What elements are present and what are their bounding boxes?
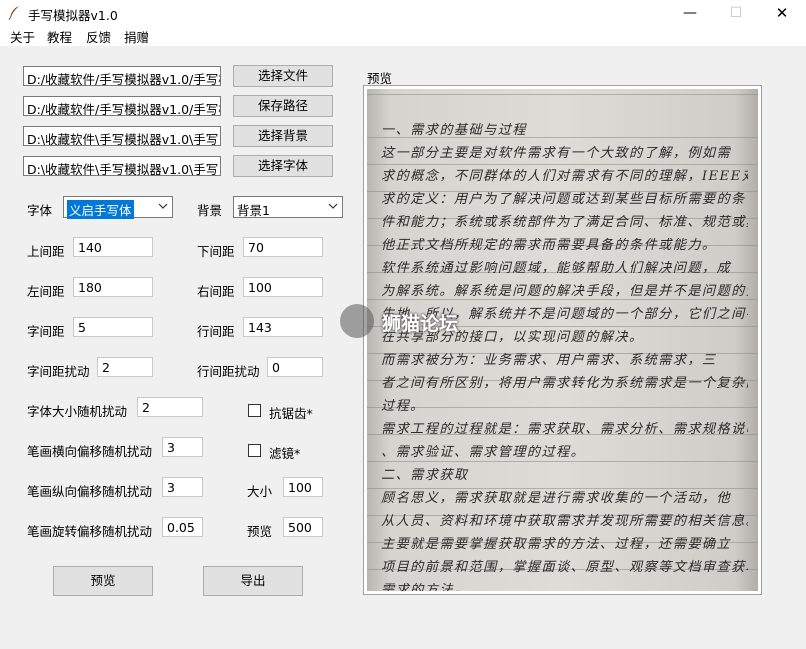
handwriting-line: 需求的方法。 xyxy=(381,583,469,591)
chevron-down-icon xyxy=(328,203,338,209)
chevron-down-icon xyxy=(158,203,168,209)
handwriting-line: 这一部分主要是对软件需求有一个大致的了解，例如需 xyxy=(381,146,732,161)
handwriting-line: 过程。 xyxy=(381,399,425,414)
background-select[interactable]: 背景1 xyxy=(233,196,343,218)
save-path-button[interactable]: 保存路径 xyxy=(233,95,333,117)
line-spacing-input[interactable]: 143 xyxy=(243,317,323,337)
char-spacing-jitter-label: 字间距扰动 xyxy=(27,364,90,379)
export-button[interactable]: 导出 xyxy=(203,566,303,596)
handwriting-line: 一、需求的基础与过程 xyxy=(381,123,527,138)
menu-donate[interactable]: 捐赠 xyxy=(124,27,149,46)
antialias-label: 抗锯齿* xyxy=(269,406,313,421)
font-select-value: 义启手写体 xyxy=(67,200,134,219)
bottom-margin-input[interactable]: 70 xyxy=(243,237,323,257)
close-button[interactable]: ✕ xyxy=(759,0,805,26)
font-path-input[interactable]: D:\收藏软件\手写模拟器v1.0\手写 xyxy=(23,156,221,176)
size-input[interactable]: 100 xyxy=(283,477,323,497)
font-select[interactable]: 义启手写体 xyxy=(63,196,173,219)
watermark-text: 狮猫论坛 xyxy=(382,313,459,335)
stroke-h-jitter-input[interactable]: 3 xyxy=(162,437,203,457)
line-spacing-jitter-label: 行间距扰动 xyxy=(197,364,260,379)
preview-button[interactable]: 预览 xyxy=(53,566,153,596)
antialias-checkbox[interactable] xyxy=(248,404,261,417)
select-background-button[interactable]: 选择背景 xyxy=(233,125,333,147)
handwriting-line: 求的概念，不同群体的人们对需求有不同的理解，IEEE对需 xyxy=(381,169,748,184)
handwriting-line: 件和能力；系统或系统部件为了满足合同、标准、规范或其 xyxy=(381,215,748,230)
maximize-button[interactable]: ☐ xyxy=(713,0,759,26)
right-margin-label: 右间距 xyxy=(197,284,235,299)
stroke-v-jitter-input[interactable]: 3 xyxy=(162,477,203,497)
line-spacing-label: 行间距 xyxy=(197,324,235,339)
handwriting-line: 主要就是需要掌握获取需求的方法、过程，还需要确立 xyxy=(381,537,732,552)
menu-feedback[interactable]: 反馈 xyxy=(86,27,111,46)
char-spacing-input[interactable]: 5 xyxy=(73,317,153,337)
title-bar: 手写模拟器v1.0 — ☐ ✕ xyxy=(0,0,806,26)
top-margin-input[interactable]: 140 xyxy=(73,237,153,257)
handwriting-line: 求的定义：用户为了解决问题或达到某些目标所需要的条 xyxy=(381,192,746,207)
stroke-v-jitter-label: 笔画纵向偏移随机扰动 xyxy=(27,484,153,499)
font-size-jitter-label: 字体大小随机扰动 xyxy=(27,404,128,419)
minimize-button[interactable]: — xyxy=(667,0,713,26)
right-margin-input[interactable]: 100 xyxy=(243,277,323,297)
menu-bar: 关于 教程 反馈 捐赠 xyxy=(0,26,806,46)
background-select-value: 背景1 xyxy=(237,203,270,218)
bottom-margin-label: 下间距 xyxy=(197,244,235,259)
menu-about[interactable]: 关于 xyxy=(10,27,35,46)
file-path-input[interactable]: D:/收藏软件/手写模拟器v1.0/手写模 xyxy=(23,66,221,86)
top-margin-label: 上间距 xyxy=(27,244,65,259)
handwriting-line: 而需求被分为：业务需求、用户需求、系统需求，三 xyxy=(381,353,717,368)
char-spacing-jitter-input[interactable]: 2 xyxy=(97,357,153,377)
background-label: 背景 xyxy=(197,203,223,218)
background-path-input[interactable]: D:\收藏软件\手写模拟器v1.0\手写 xyxy=(23,126,221,146)
watermark-icon xyxy=(340,304,374,338)
feather-icon xyxy=(8,6,19,20)
handwriting-line: 顾名思义，需求获取就是进行需求收集的一个活动，他 xyxy=(381,491,732,506)
save-path-input[interactable]: D:/收藏软件/手写模拟器v1.0/手写模 xyxy=(23,96,221,116)
font-label: 字体 xyxy=(27,203,53,218)
stroke-h-jitter-label: 笔画横向偏移随机扰动 xyxy=(27,444,153,459)
handwriting-line: 为解系统。解系统是问题的解决手段，但是并不是问题的全 xyxy=(381,284,748,299)
handwriting-line: 从人员、资料和环境中获取需求并发现所需要的相关信息。 xyxy=(381,514,748,529)
preview-size-input[interactable]: 500 xyxy=(283,517,323,537)
font-size-jitter-input[interactable]: 2 xyxy=(137,397,203,417)
menu-tutorial[interactable]: 教程 xyxy=(47,27,72,46)
preview-size-label: 预览 xyxy=(247,524,273,539)
handwriting-line: 项目的前景和范围，掌握面谈、原型、观察等文档审查获取 xyxy=(381,560,748,575)
stroke-rot-jitter-input[interactable]: 0.05 xyxy=(162,517,203,537)
handwriting-line: 他正式文档所规定的需求而需要具备的条件或能力。 xyxy=(381,238,717,253)
watermark-logo: 狮猫论坛 xyxy=(340,302,470,342)
filter-label: 滤镜* xyxy=(269,446,301,461)
handwriting-line: 、需求验证、需求管理的过程。 xyxy=(381,445,586,460)
left-margin-input[interactable]: 180 xyxy=(73,277,153,297)
handwriting-line: 需求工程的过程就是：需求获取、需求分析、需求规格说明 xyxy=(381,422,748,437)
select-file-button[interactable]: 选择文件 xyxy=(233,65,333,87)
line-spacing-jitter-input[interactable]: 0 xyxy=(267,357,323,377)
window-title: 手写模拟器v1.0 xyxy=(28,8,118,23)
select-font-button[interactable]: 选择字体 xyxy=(233,155,333,177)
stroke-rot-jitter-label: 笔画旋转偏移随机扰动 xyxy=(27,524,153,539)
handwriting-line: 二、需求获取 xyxy=(381,468,469,483)
size-label: 大小 xyxy=(247,484,273,499)
filter-checkbox[interactable] xyxy=(248,444,261,457)
char-spacing-label: 字间距 xyxy=(27,324,65,339)
handwriting-line: 软件系统通过影响问题域，能够帮助人们解决问题，成 xyxy=(381,261,732,276)
handwriting-line: 者之间有所区别，将用户需求转化为系统需求是一个复杂的 xyxy=(381,376,748,391)
left-margin-label: 左间距 xyxy=(27,284,65,299)
